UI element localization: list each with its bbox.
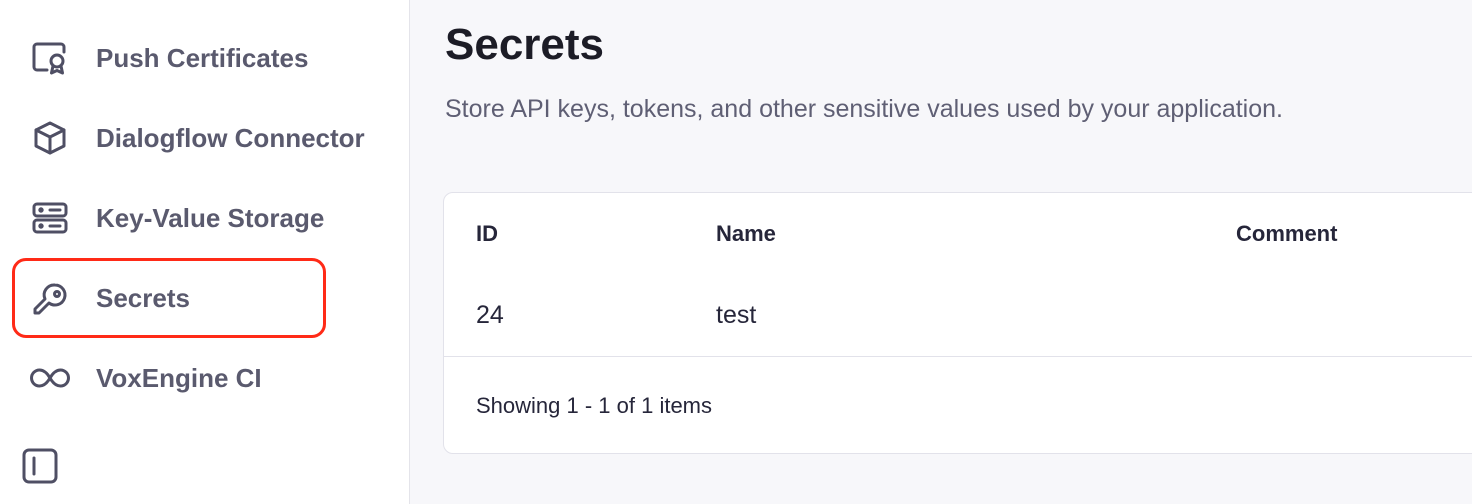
certificate-icon [30,40,70,76]
sidebar-item-voxengine-ci[interactable]: VoxEngine CI [14,342,324,414]
table-row[interactable] [444,283,1472,357]
sidebar-item-label: Key-Value Storage [96,202,325,233]
sidebar-item-secrets[interactable]: Secrets [12,258,326,338]
cube-icon [30,120,70,156]
cell-id: 24 [476,301,504,329]
sidebar-item-push-certificates[interactable]: Push Certificates [14,22,324,94]
cell-name: test [716,301,757,329]
page-title: Secrets [445,20,605,69]
page-description: Store API keys, tokens, and other sensit… [445,95,1283,123]
sidebar-collapse-button[interactable] [20,448,60,488]
infinity-icon [30,360,70,396]
secrets-table: ID Name Comment 24 test Showing 1 - 1 of… [443,192,1472,454]
sidebar-item-label: Dialogflow Connector [96,122,365,153]
pagination-info: Showing 1 - 1 of 1 items [476,393,713,418]
sidebar-collapse-icon [20,446,60,491]
sidebar-item-label: Secrets [96,282,190,313]
sidebar-item-label: Push Certificates [96,42,309,73]
column-header-id[interactable]: ID [476,221,498,247]
sidebar-item-dialogflow-connector[interactable]: Dialogflow Connector [14,102,365,174]
table-divider [444,356,1472,357]
key-icon [30,281,70,317]
column-header-name[interactable]: Name [716,221,776,247]
sidebar-item-label: VoxEngine CI [96,362,262,393]
sidebar: Push Certificates Dialogflow Connector K… [0,0,410,504]
server-icon [30,200,70,236]
main-content: Secrets Store API keys, tokens, and othe… [411,0,1472,504]
column-header-comment[interactable]: Comment [1236,221,1337,247]
sidebar-item-key-value-storage[interactable]: Key-Value Storage [14,182,324,254]
